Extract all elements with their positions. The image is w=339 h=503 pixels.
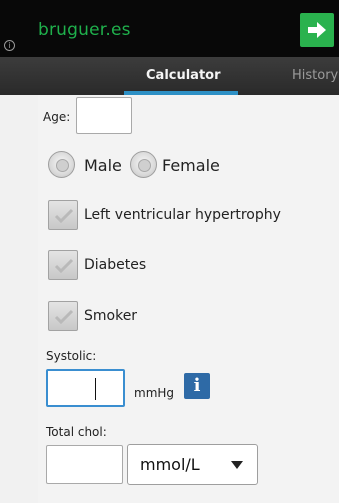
male-radio[interactable]	[48, 151, 75, 178]
info-button[interactable]: i	[184, 373, 210, 399]
chol-input[interactable]	[46, 445, 123, 484]
ad-brand-text[interactable]: bruguer.es	[38, 20, 131, 40]
checkmark-icon	[54, 208, 74, 224]
chol-unit-select[interactable]: mmol/L	[127, 444, 258, 485]
diabetes-label[interactable]: Diabetes	[84, 257, 146, 273]
male-label[interactable]: Male	[84, 156, 122, 175]
tab-history[interactable]: History	[292, 68, 338, 83]
text-cursor	[95, 378, 96, 400]
lvh-label[interactable]: Left ventricular hypertrophy	[84, 207, 281, 223]
chol-unit-value: mmol/L	[140, 455, 200, 474]
female-radio[interactable]	[130, 151, 157, 178]
diabetes-checkbox[interactable]	[48, 250, 78, 280]
ad-info-icon[interactable]: i	[4, 40, 15, 51]
age-input[interactable]	[76, 97, 132, 134]
systolic-input[interactable]	[46, 369, 125, 407]
arrow-right-icon	[308, 22, 326, 38]
age-label: Age:	[43, 110, 71, 124]
female-label[interactable]: Female	[162, 156, 220, 175]
ad-go-button[interactable]	[300, 13, 334, 47]
calculator-form: Age: Male Female Left ventricular hypert…	[38, 95, 339, 503]
tab-calculator[interactable]: Calculator	[146, 68, 221, 83]
smoker-label[interactable]: Smoker	[84, 308, 137, 324]
app-root: i bruguer.es Calculator History Age: Mal…	[0, 0, 339, 503]
dropdown-caret-icon	[231, 461, 243, 469]
checkmark-icon	[54, 309, 74, 325]
systolic-label: Systolic:	[46, 349, 97, 363]
ad-banner[interactable]: i bruguer.es	[0, 0, 339, 57]
checkmark-icon	[54, 258, 74, 274]
systolic-unit: mmHg	[134, 386, 175, 400]
lvh-checkbox[interactable]	[48, 200, 78, 230]
tab-bar: Calculator History	[0, 57, 339, 95]
smoker-checkbox[interactable]	[48, 301, 78, 331]
chol-label: Total chol:	[46, 425, 107, 439]
